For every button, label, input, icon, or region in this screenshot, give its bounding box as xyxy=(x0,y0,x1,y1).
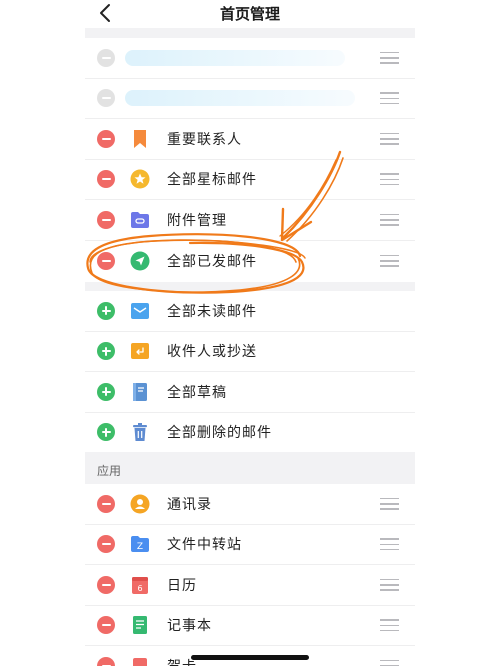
sent-icon xyxy=(130,251,150,271)
list-item-label: 全部删除的邮件 xyxy=(167,425,272,442)
drag-handle-icon[interactable] xyxy=(380,497,399,510)
unread-icon xyxy=(130,301,150,321)
list-item-label: 全部已发邮件 xyxy=(167,253,257,270)
list-item-drafts[interactable]: 全部草稿 xyxy=(85,372,415,413)
remove-icon[interactable] xyxy=(97,170,115,189)
drag-handle-icon[interactable] xyxy=(380,538,399,551)
list-item-contacts[interactable]: 通讯录 xyxy=(85,484,415,525)
list-item-label: 附件管理 xyxy=(167,212,227,229)
remove-icon[interactable] xyxy=(97,575,115,594)
remove-icon[interactable] xyxy=(97,656,115,666)
drag-handle-icon[interactable] xyxy=(380,173,399,186)
list-item-file-transfer[interactable]: Z 文件中转站 xyxy=(85,525,415,565)
drag-handle-icon[interactable] xyxy=(380,213,399,226)
list-item-blurred[interactable] xyxy=(85,38,415,79)
remove-icon[interactable] xyxy=(97,494,115,513)
drag-handle-icon[interactable] xyxy=(380,51,399,64)
remove-icon[interactable] xyxy=(97,89,115,108)
page-title: 首页管理 xyxy=(219,5,280,23)
trash-icon xyxy=(130,422,150,442)
folder-glyph: Z xyxy=(137,542,143,552)
bookmark-icon xyxy=(130,129,150,149)
contacts-icon xyxy=(130,494,150,514)
attachment-icon xyxy=(130,210,150,230)
remove-icon[interactable] xyxy=(97,129,115,148)
add-icon[interactable] xyxy=(97,423,115,442)
list-item-starred[interactable]: 全部星标邮件 xyxy=(85,160,415,200)
calendar-glyph: 6 xyxy=(137,584,142,593)
available-list: 全部未读邮件 收件人或抄送 全部草稿 全部删除的邮件 xyxy=(85,291,415,453)
list-item-label: 日历 xyxy=(167,577,197,594)
list-item-label: 全部草稿 xyxy=(167,384,227,401)
remove-icon[interactable] xyxy=(97,251,115,270)
list-item-sent[interactable]: 全部已发邮件 xyxy=(85,241,415,282)
section-header-apps: 应用 xyxy=(85,452,415,484)
apps-list: 通讯录 Z 文件中转站 6 日历 记事本 贺卡 xyxy=(85,484,415,666)
drag-handle-icon[interactable] xyxy=(380,578,399,591)
drag-handle-icon[interactable] xyxy=(380,132,399,145)
list-item-label: 记事本 xyxy=(167,618,212,635)
list-item-unread[interactable]: 全部未读邮件 xyxy=(85,291,415,332)
draft-icon xyxy=(130,382,150,402)
list-item-important-contacts[interactable]: 重要联系人 xyxy=(85,119,415,160)
list-item-calendar[interactable]: 6 日历 xyxy=(85,565,415,606)
list-item-label: 重要联系人 xyxy=(167,131,242,148)
drag-handle-icon[interactable] xyxy=(380,659,399,666)
section-title: 应用 xyxy=(97,464,122,478)
blurred-label xyxy=(125,90,355,107)
remove-icon[interactable] xyxy=(97,48,115,67)
reply-icon xyxy=(130,341,150,361)
list-item-recipient-cc[interactable]: 收件人或抄送 xyxy=(85,332,415,372)
list-item-label: 收件人或抄送 xyxy=(167,344,257,361)
add-icon[interactable] xyxy=(97,382,115,401)
notepad-icon xyxy=(130,615,150,635)
divider xyxy=(85,282,415,291)
blurred-label xyxy=(125,49,345,66)
remove-icon[interactable] xyxy=(97,616,115,635)
drag-handle-icon[interactable] xyxy=(380,254,399,267)
card-icon xyxy=(130,656,150,666)
list-item-attachments[interactable]: 附件管理 xyxy=(85,200,415,241)
enabled-list: 重要联系人 全部星标邮件 附件管理 全部已发邮件 xyxy=(85,38,415,281)
list-item-label: 全部未读邮件 xyxy=(167,303,257,320)
folder-icon: Z xyxy=(130,534,150,554)
list-item-notepad[interactable]: 记事本 xyxy=(85,606,415,646)
drag-handle-icon[interactable] xyxy=(380,92,399,105)
list-item-blurred[interactable] xyxy=(85,79,415,119)
remove-icon[interactable] xyxy=(97,535,115,554)
drag-handle-icon[interactable] xyxy=(380,619,399,632)
list-item-label: 通讯录 xyxy=(167,496,212,513)
list-item-deleted[interactable]: 全部删除的邮件 xyxy=(85,413,415,453)
divider xyxy=(85,28,415,38)
home-indicator xyxy=(191,655,309,660)
nav-bar: 首页管理 xyxy=(85,0,415,28)
list-item-label: 文件中转站 xyxy=(167,537,242,554)
add-icon[interactable] xyxy=(97,342,115,361)
remove-icon[interactable] xyxy=(97,210,115,229)
calendar-icon: 6 xyxy=(130,575,150,595)
star-icon xyxy=(130,169,150,189)
list-item-label: 全部星标邮件 xyxy=(167,172,257,189)
add-icon[interactable] xyxy=(97,301,115,320)
